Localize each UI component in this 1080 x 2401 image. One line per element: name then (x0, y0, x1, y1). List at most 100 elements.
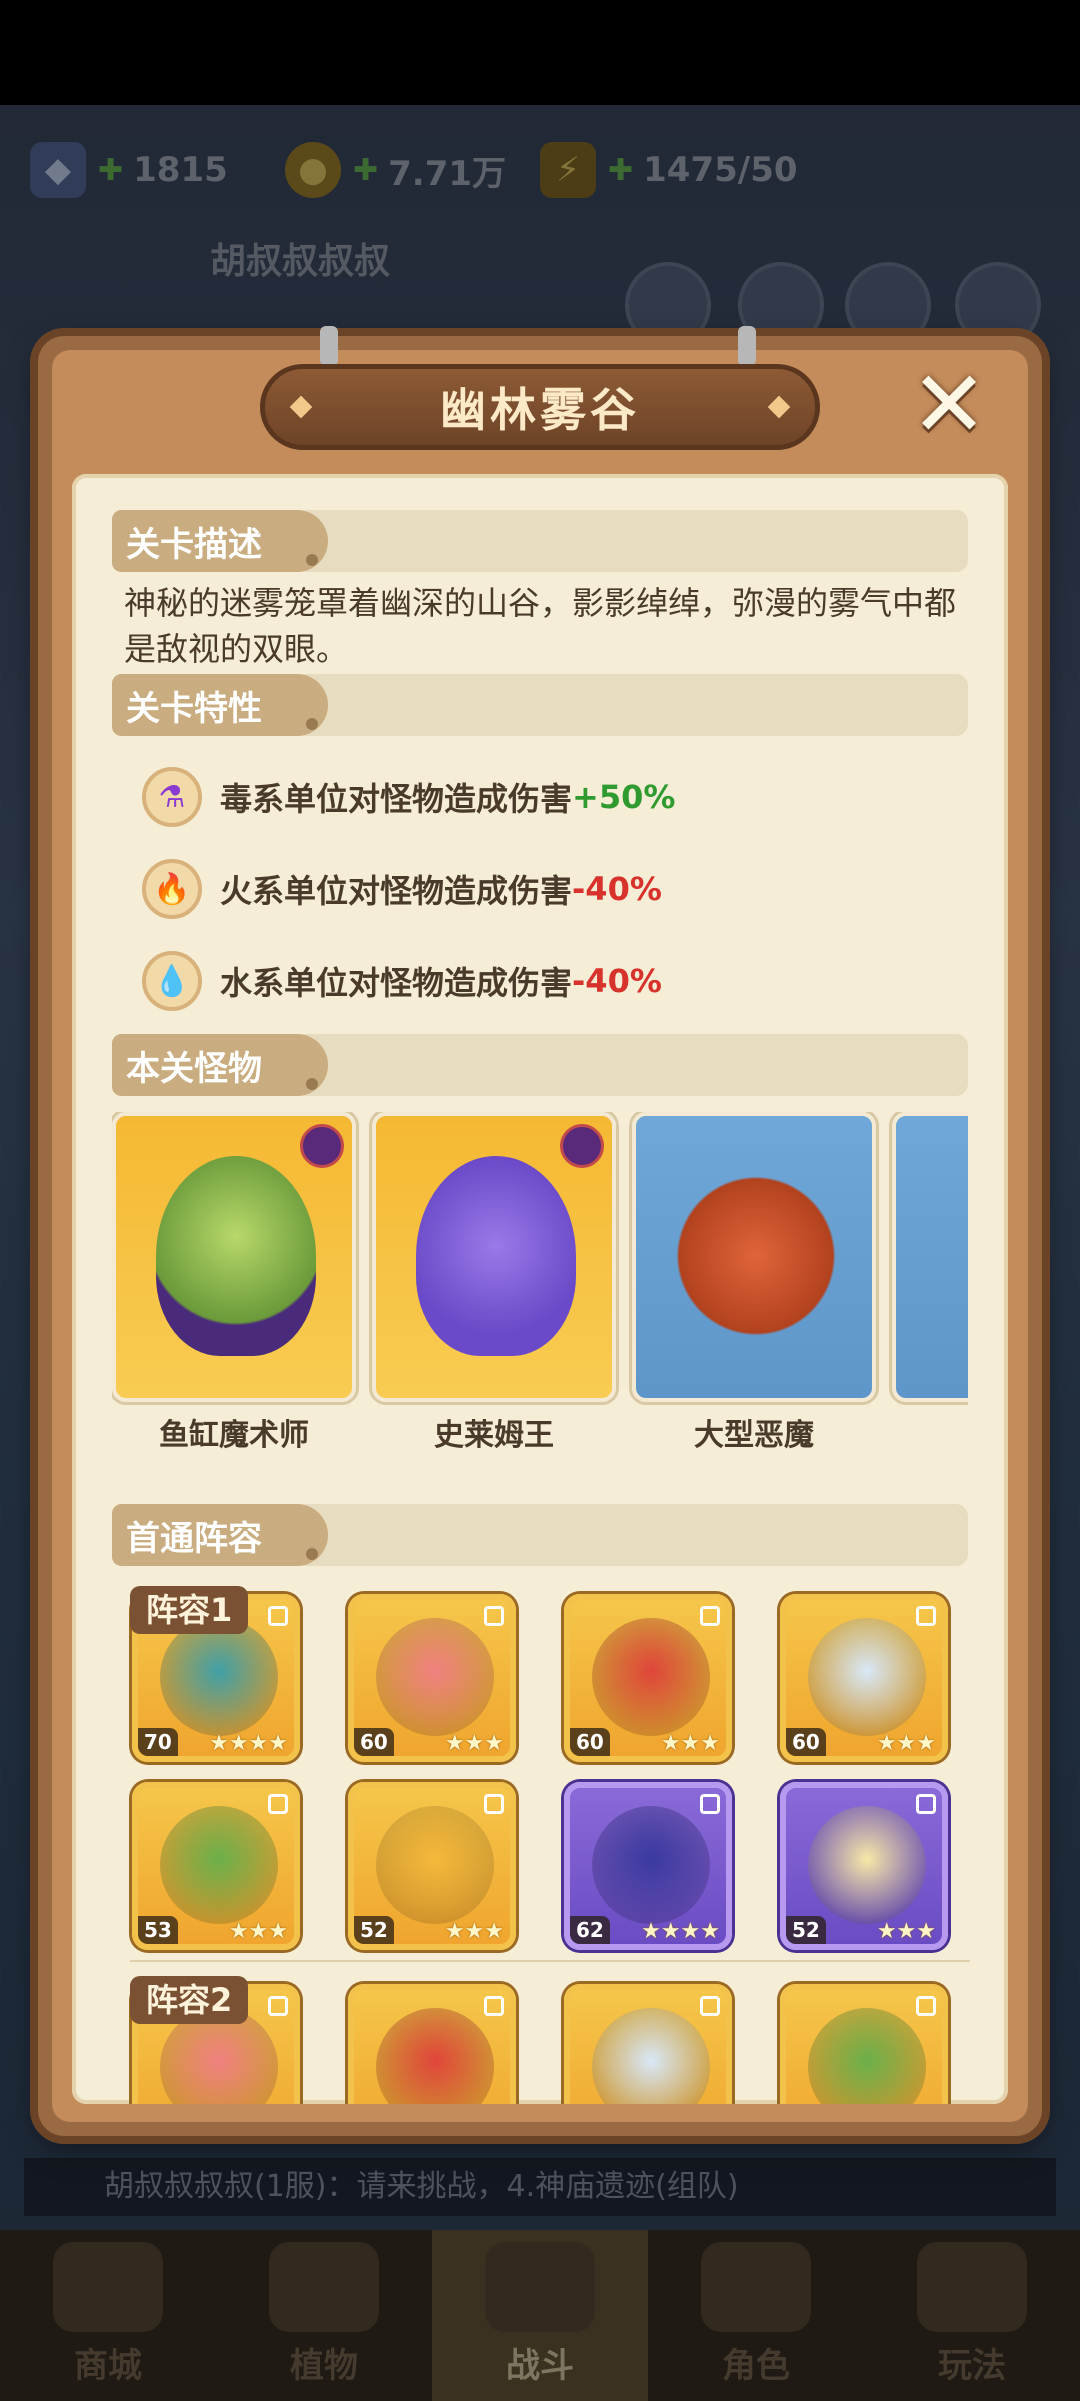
monster-card[interactable] (632, 1112, 876, 1402)
divider (130, 1960, 970, 1962)
monster-list[interactable]: 鱼缸魔术师 史莱姆王 大型恶魔 (112, 1112, 968, 1472)
section-header-lineup: 首通阵容 (112, 1504, 968, 1566)
monster-card[interactable] (372, 1112, 616, 1402)
dialog-content[interactable]: 关卡描述 神秘的迷雾笼罩着幽深的山谷，影影绰绰，弥漫的雾气中都是敌视的双眼。 关… (72, 474, 1008, 2104)
section-header-description: 关卡描述 (112, 510, 968, 572)
grid-badge-icon (484, 1996, 504, 2016)
hero-level: 70 (138, 1728, 178, 1756)
monster-card[interactable] (112, 1112, 356, 1402)
hero-tile[interactable]: 62 ★★★★ (564, 1782, 732, 1950)
hero-portrait (592, 1618, 710, 1736)
hero-level: 53 (138, 1916, 178, 1944)
lineup-label: 阵容2 (130, 1976, 249, 2024)
title-banner: 幽林雾谷 (260, 364, 820, 450)
section-title: 首通阵容 (126, 1518, 262, 1559)
hero-portrait (592, 1806, 710, 1924)
section-tab: 关卡特性 (112, 674, 328, 736)
trait-value: +50% (572, 778, 676, 816)
hanging-hook (320, 326, 338, 366)
hero-stars: ★★★ (228, 1919, 288, 1944)
poison-flask-icon: ⚗ (142, 767, 202, 827)
grid-badge-icon (916, 1794, 936, 1814)
hero-tile[interactable] (780, 1984, 948, 2104)
hero-portrait (160, 1618, 278, 1736)
status-bar (0, 0, 1080, 105)
boss-crest-icon (300, 1124, 344, 1168)
boss-crest-icon (560, 1124, 604, 1168)
tab-dot (306, 1078, 318, 1090)
hero-tile[interactable]: 52 ★★★ (348, 1782, 516, 1950)
hero-tile[interactable]: 60 ★★★ (564, 1594, 732, 1762)
tab-dot (306, 1548, 318, 1560)
section-title: 本关怪物 (126, 1048, 262, 1089)
monster-portrait (416, 1156, 576, 1356)
hero-tile[interactable]: 60 ★★★ (348, 1594, 516, 1762)
close-icon: ✕ (910, 351, 988, 458)
hero-portrait (376, 2008, 494, 2104)
hero-portrait (808, 1806, 926, 1924)
hero-stars: ★★★ (660, 1731, 720, 1756)
hero-level: 60 (786, 1728, 826, 1756)
monster-name: 史莱姆王 (434, 1418, 554, 1453)
hero-stars: ★★★ (876, 1919, 936, 1944)
hero-level: 60 (354, 1728, 394, 1756)
grid-badge-icon (268, 1794, 288, 1814)
hero-stars: ★★★★ (209, 1731, 288, 1756)
grid-badge-icon (916, 1606, 936, 1626)
close-button[interactable]: ✕ (904, 351, 994, 458)
grid-badge-icon (700, 1996, 720, 2016)
grid-badge-icon (268, 1996, 288, 2016)
section-tab: 关卡描述 (112, 510, 328, 572)
hero-level: 52 (786, 1916, 826, 1944)
section-tab: 首通阵容 (112, 1504, 328, 1566)
section-tab: 本关怪物 (112, 1034, 328, 1096)
trait-text: 毒系单位对怪物造成伤害 (220, 780, 573, 818)
tab-dot (306, 554, 318, 566)
water-drop-icon: 💧 (142, 951, 202, 1011)
grid-badge-icon (484, 1606, 504, 1626)
hero-stars: ★★★ (444, 1919, 504, 1944)
grid-badge-icon (484, 1794, 504, 1814)
hero-portrait (808, 1618, 926, 1736)
grid-badge-icon (268, 1606, 288, 1626)
lineup-label: 阵容1 (130, 1586, 249, 1634)
hero-portrait (808, 2008, 926, 2104)
grid-badge-icon (916, 1996, 936, 2016)
trait-value: -40% (572, 962, 662, 1000)
trait-text: 水系单位对怪物造成伤害 (220, 964, 573, 1002)
section-title: 关卡特性 (126, 688, 262, 729)
hero-level: 60 (570, 1728, 610, 1756)
hero-tile[interactable] (348, 1984, 516, 2104)
fire-icon: 🔥 (142, 859, 202, 919)
hero-tile[interactable]: 53 ★★★ (132, 1782, 300, 1950)
section-header-traits: 关卡特性 (112, 674, 968, 736)
hero-portrait (160, 1806, 278, 1924)
hero-tile[interactable] (564, 1984, 732, 2104)
hero-tile[interactable]: 60 ★★★ (780, 1594, 948, 1762)
monster-name: 大型恶魔 (694, 1418, 814, 1453)
hero-level: 62 (570, 1916, 610, 1944)
stage-info-dialog: 幽林雾谷 ✕ 关卡描述 神秘的迷雾笼罩着幽深的山谷，影影绰绰，弥漫的雾气中都是敌… (38, 326, 1042, 2136)
stage-description: 神秘的迷雾笼罩着幽深的山谷，影影绰绰，弥漫的雾气中都是敌视的双眼。 (124, 584, 957, 668)
dialog-title: 幽林雾谷 (440, 383, 640, 437)
banner-ornament (767, 395, 791, 419)
section-header-monsters: 本关怪物 (112, 1034, 968, 1096)
grid-badge-icon (700, 1606, 720, 1626)
banner-ornament (289, 395, 313, 419)
hero-portrait (376, 1806, 494, 1924)
hero-stars: ★★★★ (641, 1919, 720, 1944)
hero-stars: ★★★ (444, 1731, 504, 1756)
section-title: 关卡描述 (126, 524, 262, 565)
monster-name: 鱼缸魔术师 (159, 1418, 309, 1453)
hanging-hook (738, 326, 756, 366)
hero-stars: ★★★ (876, 1731, 936, 1756)
hero-tile[interactable]: 52 ★★★ (780, 1782, 948, 1950)
trait-text: 火系单位对怪物造成伤害 (220, 872, 573, 910)
trait-fire: 🔥 火系单位对怪物造成伤害 -40% (142, 856, 662, 922)
monster-portrait (676, 1156, 836, 1356)
monster-card[interactable] (892, 1112, 968, 1402)
tab-dot (306, 718, 318, 730)
monster-portrait (156, 1156, 316, 1356)
trait-value: -40% (572, 870, 662, 908)
trait-water: 💧 水系单位对怪物造成伤害 -40% (142, 948, 662, 1014)
